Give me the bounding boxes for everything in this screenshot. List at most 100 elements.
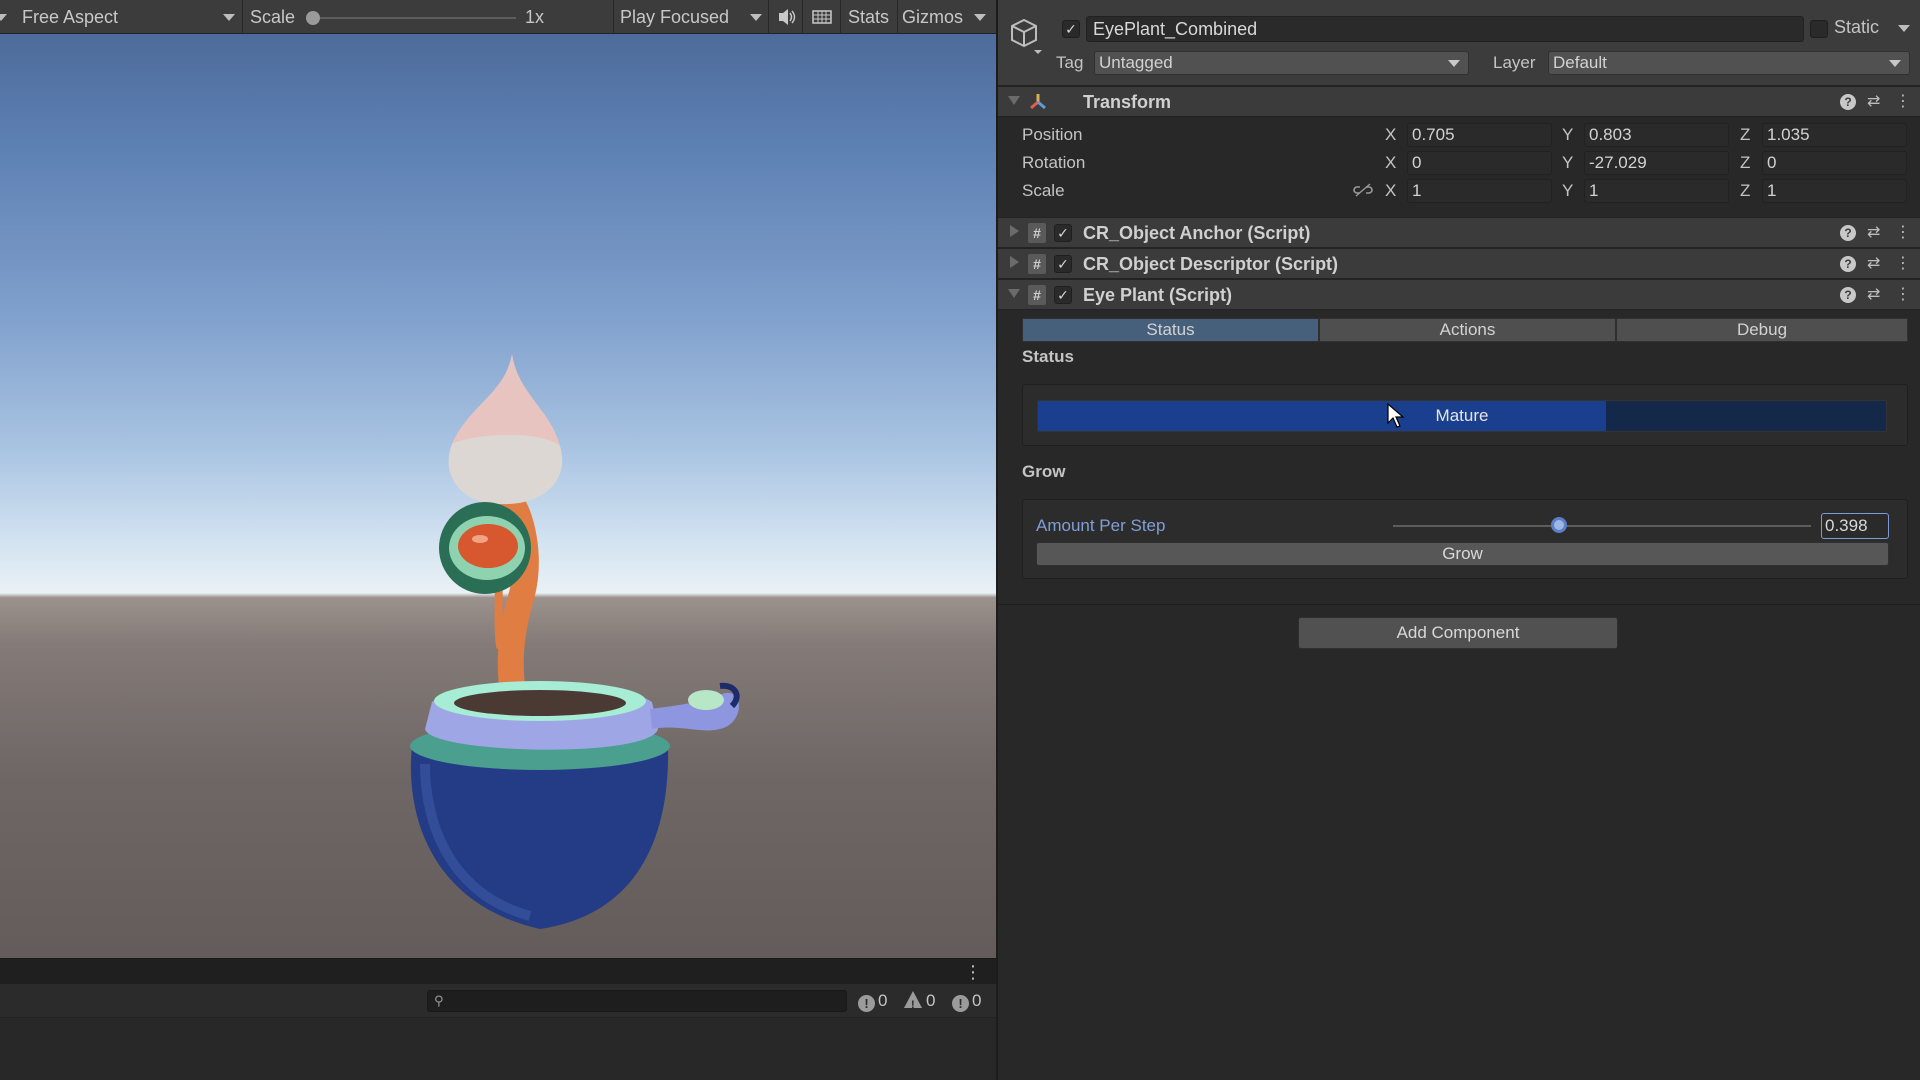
console-header: ⋮ (0, 958, 996, 984)
warning-icon (904, 991, 922, 1016)
static-checkbox[interactable] (1810, 20, 1828, 38)
tab-actions[interactable]: Actions (1319, 318, 1616, 342)
grow-button[interactable]: Grow (1036, 542, 1889, 566)
foldout-closed-icon[interactable] (1010, 225, 1019, 237)
chevron-down-icon (1448, 60, 1460, 67)
grow-section-title: Grow (1022, 462, 1066, 481)
component-header-eye-plant[interactable]: # ✓ Eye Plant (Script) ? ⇄ ⋮ (998, 279, 1920, 310)
component-enabled-checkbox[interactable]: ✓ (1054, 255, 1072, 273)
amount-per-step-field[interactable]: 0.398 (1821, 513, 1889, 539)
audio-mute-icon[interactable] (776, 0, 796, 34)
rotation-label: Rotation (1022, 153, 1086, 172)
tab-debug[interactable]: Debug (1616, 318, 1908, 342)
more-menu-icon[interactable]: ⋮ (1895, 92, 1911, 112)
play-mode-dropdown[interactable]: Play Focused (620, 0, 729, 34)
tag-value: Untagged (1099, 53, 1173, 72)
scale-x-field[interactable]: 1 (1407, 179, 1552, 203)
scale-y-field[interactable]: 1 (1584, 179, 1729, 203)
game-viewport[interactable] (0, 34, 996, 958)
scale-slider-knob[interactable] (306, 11, 320, 25)
foldout-closed-icon[interactable] (1010, 256, 1019, 268)
aspect-grid-icon[interactable] (812, 0, 832, 34)
warning-count-toggle[interactable]: 0 (904, 990, 936, 1016)
scale-slider-track[interactable] (312, 17, 516, 19)
axis-z-label: Z (1740, 153, 1751, 172)
growth-status-text: Mature (1435, 406, 1489, 425)
mouse-cursor-icon (1387, 402, 1405, 433)
error-count-toggle[interactable]: ! 0 (952, 990, 981, 1012)
amount-slider-track[interactable] (1393, 525, 1811, 527)
script-icon: # (1028, 254, 1046, 274)
axis-z-label: Z (1740, 125, 1751, 144)
status-group: Mature (1022, 384, 1908, 446)
info-count-toggle[interactable]: ! 0 (858, 990, 887, 1012)
tag-label: Tag (1056, 53, 1084, 72)
more-menu-icon[interactable]: ⋮ (1895, 285, 1911, 305)
scale-z-field[interactable]: 1 (1762, 179, 1907, 203)
position-x-field[interactable]: 0.705 (1407, 123, 1552, 147)
console-log-area[interactable] (0, 1018, 996, 1080)
preset-icon[interactable]: ⇄ (1867, 92, 1880, 112)
static-label: Static (1834, 17, 1880, 37)
constrain-proportions-icon[interactable] (1353, 182, 1373, 202)
layer-label: Layer (1493, 53, 1536, 72)
chevron-down-icon (750, 14, 762, 21)
toolbar-divider (768, 0, 769, 34)
axis-x-label: X (1385, 181, 1397, 200)
chevron-down-icon[interactable] (974, 14, 986, 21)
more-menu-icon[interactable]: ⋮ (1895, 254, 1911, 274)
foldout-open-icon[interactable] (1008, 289, 1020, 298)
eye-plant-model (410, 354, 740, 929)
warning-count: 0 (926, 991, 936, 1010)
gameobject-cube-icon[interactable] (1008, 16, 1044, 60)
object-name-field[interactable]: EyePlant_Combined (1086, 16, 1804, 42)
add-component-button[interactable]: Add Component (1298, 617, 1618, 649)
active-checkbox[interactable]: ✓ (1062, 20, 1080, 38)
scale-value: 1x (525, 7, 545, 27)
tag-dropdown[interactable]: Untagged (1094, 51, 1469, 75)
position-label: Position (1022, 125, 1083, 144)
aspect-dropdown[interactable]: Free Aspect (22, 0, 118, 34)
scale-label: Scale (250, 7, 296, 27)
foldout-open-icon[interactable] (1008, 96, 1020, 105)
more-menu-icon[interactable]: ⋮ (1895, 223, 1911, 243)
axis-y-label: Y (1562, 153, 1574, 172)
more-menu-icon[interactable]: ⋮ (964, 962, 982, 983)
component-header-anchor[interactable]: # ✓ CR_Object Anchor (Script) ? ⇄ ⋮ (998, 217, 1920, 248)
toolbar-divider (242, 0, 243, 34)
chevron-down-icon[interactable] (1898, 25, 1910, 32)
inspector-header: ✓ EyePlant_Combined Static Tag Untagged … (998, 0, 1920, 86)
component-title: CR_Object Descriptor (Script) (1083, 254, 1339, 274)
toolbar-divider (840, 0, 841, 34)
error-count: 0 (972, 991, 982, 1010)
preset-icon[interactable]: ⇄ (1867, 285, 1880, 305)
preset-icon[interactable]: ⇄ (1867, 254, 1880, 274)
growth-status-bar: Mature (1037, 400, 1887, 432)
info-count: 0 (878, 991, 888, 1010)
component-enabled-checkbox[interactable]: ✓ (1054, 224, 1072, 242)
tab-status[interactable]: Status (1022, 318, 1319, 342)
layer-dropdown[interactable]: Default (1548, 51, 1910, 75)
rotation-z-field[interactable]: 0 (1762, 151, 1907, 175)
amount-slider-knob[interactable] (1551, 517, 1568, 533)
stats-button[interactable]: Stats (848, 0, 889, 34)
error-icon: ! (952, 995, 969, 1012)
preset-icon[interactable]: ⇄ (1867, 223, 1880, 243)
position-z-field[interactable]: 1.035 (1762, 123, 1907, 147)
position-y-field[interactable]: 0.803 (1584, 123, 1729, 147)
gizmos-button[interactable]: Gizmos (902, 0, 963, 34)
help-icon[interactable]: ? (1840, 225, 1856, 241)
rotation-x-field[interactable]: 0 (1407, 151, 1552, 175)
inspector-panel: ✓ EyePlant_Combined Static Tag Untagged … (998, 0, 1920, 1080)
component-header-descriptor[interactable]: # ✓ CR_Object Descriptor (Script) ? ⇄ ⋮ (998, 248, 1920, 279)
console-search-input[interactable]: ⚲ (427, 990, 847, 1012)
help-icon[interactable]: ? (1840, 287, 1856, 303)
status-section-title: Status (1022, 347, 1074, 366)
help-icon[interactable]: ? (1840, 94, 1856, 110)
help-icon[interactable]: ? (1840, 256, 1856, 272)
rotation-y-field[interactable]: -27.029 (1584, 151, 1729, 175)
component-enabled-checkbox[interactable]: ✓ (1054, 286, 1072, 304)
transform-header[interactable]: Transform ? ⇄ ⋮ (998, 86, 1920, 117)
axis-y-label: Y (1562, 181, 1574, 200)
game-view: Free Aspect Scale 1x Play Focused Stats … (0, 0, 996, 1080)
